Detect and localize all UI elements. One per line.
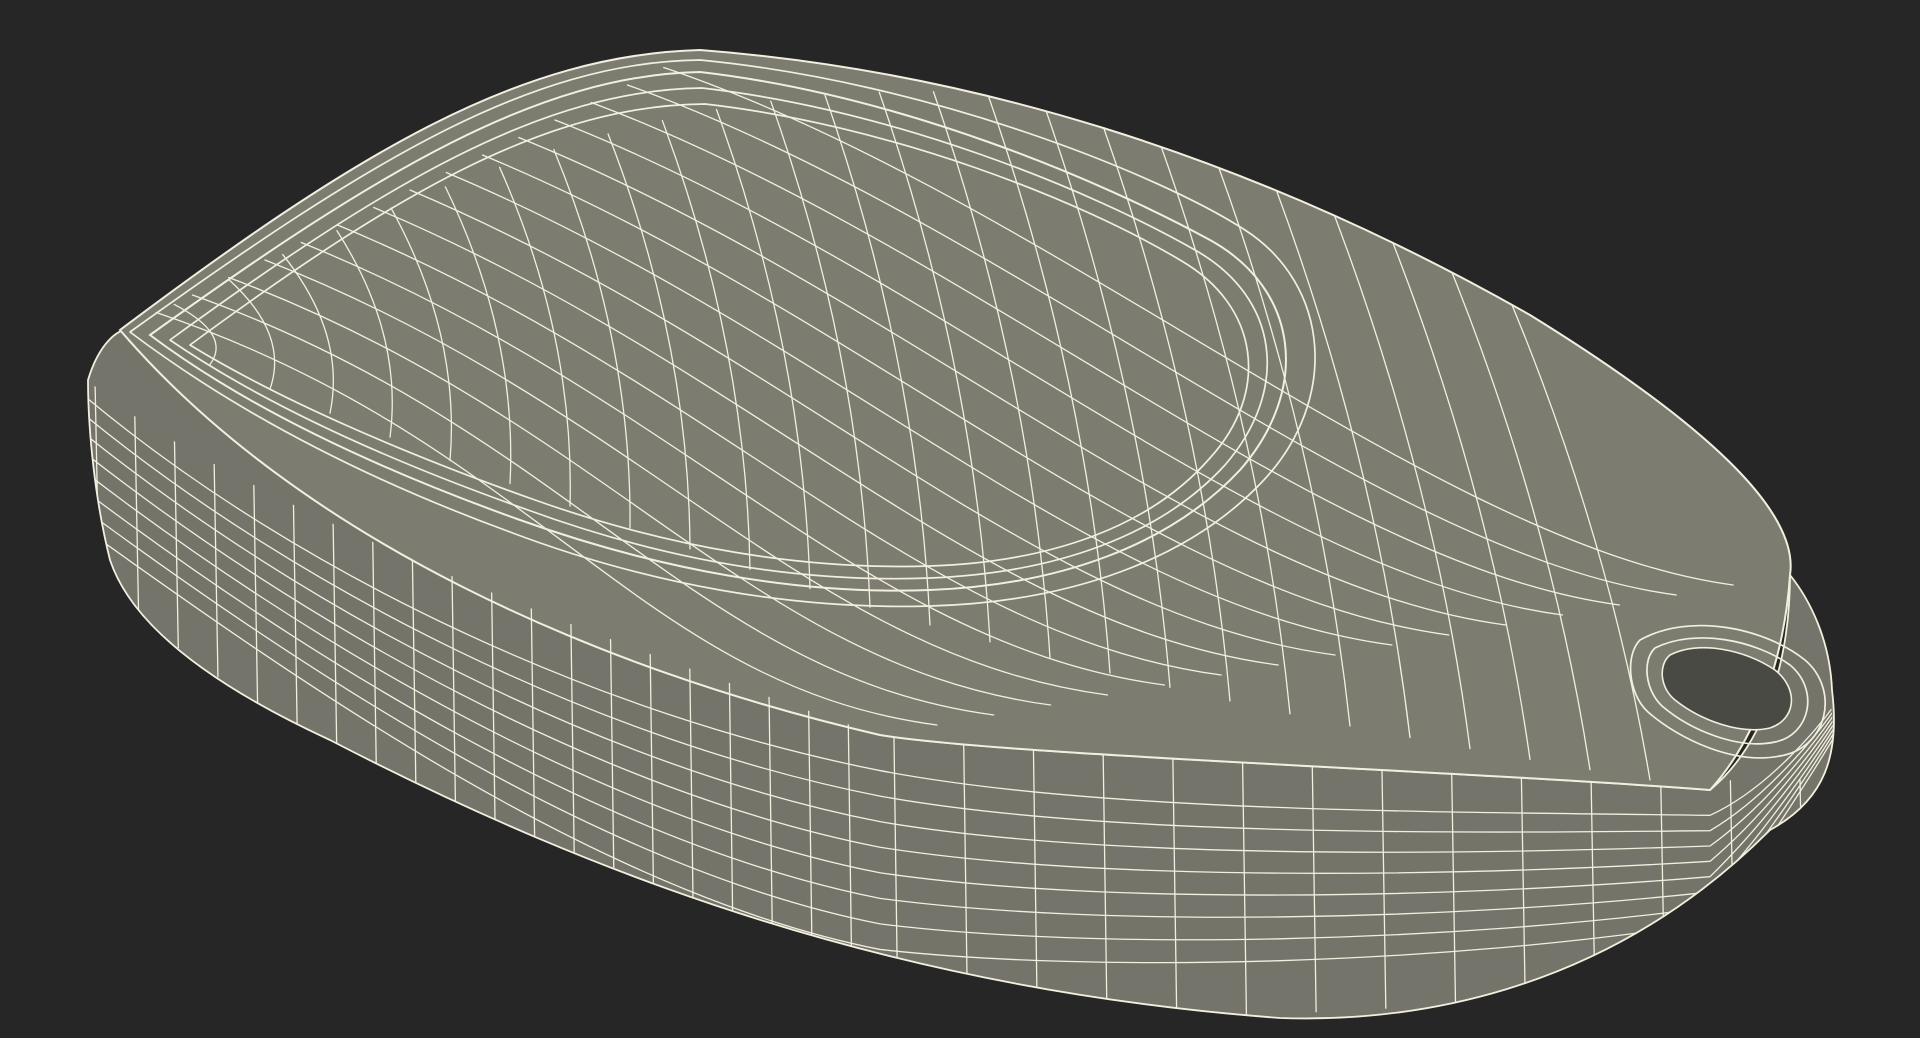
- render-viewport: [0, 0, 1920, 1038]
- wireframe-model: [87, 48, 1835, 1020]
- side-wire-vertical: [1799, 779, 1805, 981]
